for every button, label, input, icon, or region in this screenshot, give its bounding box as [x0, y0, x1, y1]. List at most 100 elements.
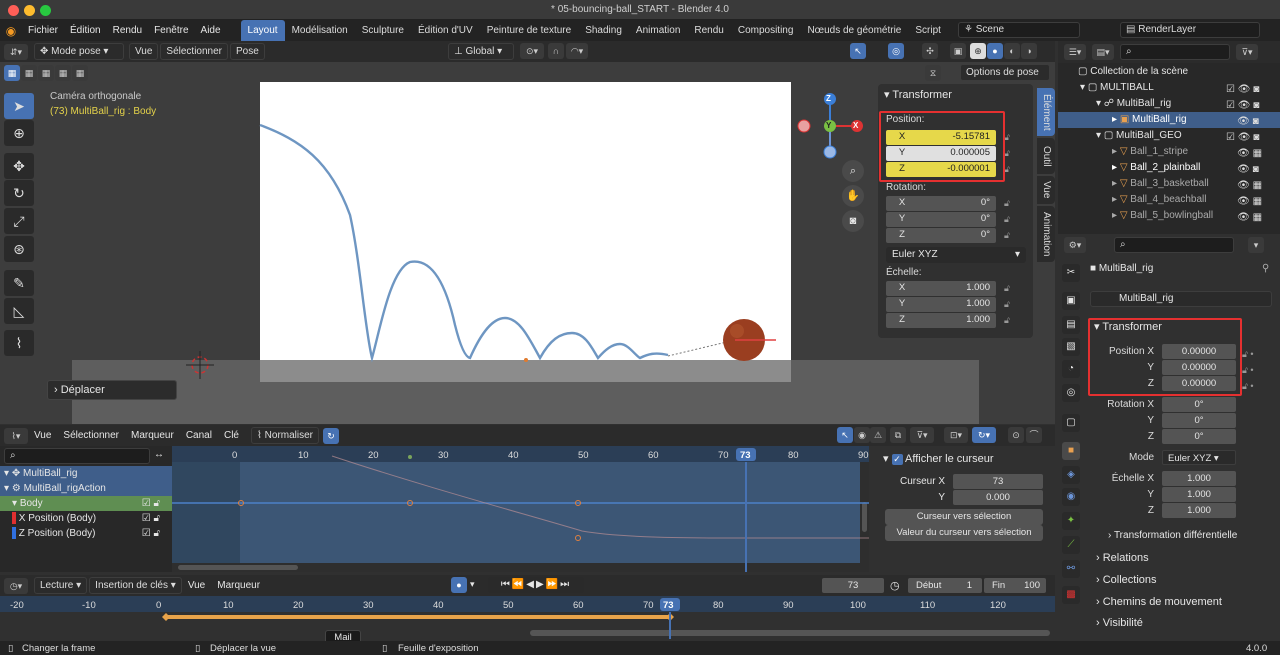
scale-z-field[interactable]: Z 1.000 [886, 313, 996, 328]
render-tab-icon[interactable]: ▣ [1062, 292, 1080, 310]
channel-object[interactable]: ▾ ✥ MultiBall_rig [0, 466, 172, 481]
start-frame-field[interactable]: Début 1 [908, 578, 982, 593]
delta-transform-section[interactable]: › Transformation différentielle [1108, 530, 1237, 541]
object-tab-icon[interactable]: ■ [1062, 442, 1080, 460]
prop-rotation-z-field[interactable]: 0° [1162, 429, 1236, 444]
lock-icon[interactable]: 🔓︎ [1004, 299, 1010, 310]
current-frame-field[interactable]: 73 [822, 578, 884, 593]
zoom-view-icon[interactable]: ⌕ [842, 160, 864, 182]
keying-menu[interactable]: Insertion de clés ▾ [89, 577, 182, 594]
bone-tab-icon[interactable]: ⟋ [1062, 536, 1080, 554]
camera-view-icon[interactable]: ◙ [842, 210, 864, 232]
rotation-mode-dropdown[interactable]: Euler XYZ ▾ [886, 247, 1026, 263]
rotation-y-field[interactable]: Y 0° [886, 212, 996, 227]
prop-rotation-x-field[interactable]: 0° [1162, 397, 1236, 412]
visibility-icon[interactable]: ☑ 👁︎ ◙ [1226, 82, 1276, 98]
sidebar-tab-tool[interactable]: Outil [1037, 138, 1055, 174]
output-tab-icon[interactable]: ▤ [1062, 316, 1080, 334]
record-icon[interactable]: ● [451, 577, 467, 593]
falloff-icon[interactable]: ⌒ [1026, 427, 1042, 443]
graph-menu-marker[interactable]: Marqueur [125, 425, 180, 446]
visibility-section[interactable]: › Visibilité [1096, 617, 1143, 629]
cursor-y-field[interactable]: 0.000 [953, 490, 1043, 505]
graph-menu-view[interactable]: Vue [28, 425, 57, 446]
channel-x-position[interactable]: X Position (Body) ☑ 🔓︎ [0, 511, 172, 526]
sidebar-tab-item[interactable]: Élément [1037, 88, 1055, 136]
scale-x-field[interactable]: X 1.000 [886, 281, 996, 296]
visibility-icon[interactable]: ☑ 👁︎ ◙ [1226, 98, 1276, 114]
lock-icon[interactable]: 🔓︎ [1004, 214, 1010, 225]
playback-controls[interactable]: ⏮⏪◀▶⏩⏭ [488, 577, 584, 593]
tool-tab-icon[interactable]: ✂ [1062, 264, 1080, 282]
3d-cursor-icon[interactable] [186, 351, 214, 379]
prop-rotation-mode-dropdown[interactable]: Euler XYZ ▾ [1162, 450, 1236, 465]
channel-action[interactable]: ▾ ⚙ MultiBall_rigAction [0, 481, 172, 496]
gizmo-neg-x-icon[interactable] [797, 119, 811, 133]
operator-panel[interactable]: › Déplacer [47, 380, 177, 400]
display-mode-icon[interactable]: ▤▾ [1092, 44, 1114, 60]
properties-search-input[interactable]: ⌕ [1114, 237, 1234, 253]
create-ghost-icon[interactable]: ⧉ [890, 427, 906, 443]
playback-menu[interactable]: Lecture ▾ [34, 577, 88, 594]
timeline-menu-marker[interactable]: Marqueur [211, 575, 266, 596]
constraint-tab-icon[interactable]: ⚯ [1062, 560, 1080, 578]
view-layer-selector[interactable]: ▤ RenderLayer [1120, 22, 1260, 38]
visibility-icon[interactable]: 👁︎ ▦ [1226, 194, 1276, 210]
collections-section[interactable]: › Collections [1096, 574, 1157, 586]
show-cursor-checkbox[interactable]: ▾ ✓ Afficher le curseur [883, 452, 993, 465]
visibility-icon[interactable]: 👁︎ ◙ [1226, 162, 1276, 178]
scene-tab-icon[interactable]: ◔ [1062, 360, 1080, 378]
world-tab-icon[interactable]: ◎ [1062, 384, 1080, 402]
lock-icon[interactable]: 🔓︎ • [1242, 346, 1253, 362]
warning-icon[interactable]: ⚠ [870, 427, 886, 443]
auto-normalize-icon[interactable]: ↻ [323, 427, 339, 444]
graph-menu-select[interactable]: Sélectionner [57, 425, 125, 446]
lock-icon[interactable]: 🔓︎ [1004, 283, 1010, 294]
visibility-icon[interactable]: 👁︎ ▦ [1226, 178, 1276, 194]
channel-z-position[interactable]: Z Position (Body) ☑ 🔓︎ [0, 526, 172, 541]
pin-icon[interactable]: ⚲ [1262, 263, 1269, 274]
rotation-z-field[interactable]: Z 0° [886, 228, 996, 243]
modifier-tab-icon[interactable]: ◈ [1062, 466, 1080, 484]
filter-icon[interactable]: ⊽▾ [1236, 44, 1258, 60]
outliner-search-input[interactable]: ⌕ [1120, 44, 1230, 60]
timeline-editor-icon[interactable]: ◷▾ [4, 577, 28, 594]
prop-scale-x-field[interactable]: 1.000 [1162, 471, 1236, 486]
channel-search-input[interactable]: ⌕ [4, 448, 150, 464]
only-selected-icon[interactable]: ↖ [837, 427, 853, 443]
cursor-value-to-selection-button[interactable]: Valeur du curseur vers sélection [885, 525, 1043, 541]
keying-chevron-icon[interactable]: ▾ [470, 579, 475, 590]
visibility-icon[interactable]: 👁︎ ◙ [1226, 114, 1276, 130]
lock-icon[interactable]: 🔓︎ [1004, 230, 1010, 241]
rotation-x-field[interactable]: X 0° [886, 196, 996, 211]
pan-view-icon[interactable]: ✋ [842, 185, 864, 207]
outliner-editor-icon[interactable]: ☰▾ [1064, 44, 1086, 60]
lock-icon[interactable]: 🔓︎ • [1242, 378, 1253, 394]
prop-rotation-y-field[interactable]: 0° [1162, 413, 1236, 428]
lock-icon[interactable]: 🔓︎ • [1242, 362, 1253, 378]
lock-icon[interactable]: 🔓︎ [1004, 315, 1010, 326]
snap-icon[interactable]: ↻▾ [972, 427, 996, 443]
keyframe-dot[interactable] [575, 535, 581, 541]
proportional-edit-icon[interactable]: ⊙ [1008, 427, 1024, 443]
outliner-root[interactable]: ▢ Collection de la scène [1058, 64, 1280, 80]
visibility-icon[interactable]: 👁︎ ▦ [1226, 146, 1276, 162]
object-name-field[interactable]: MultiBall_rig [1090, 291, 1272, 307]
prop-scale-z-field[interactable]: 1.000 [1162, 503, 1236, 518]
graph-editor-icon[interactable]: ⌇▾ [4, 427, 28, 444]
physics-tab-icon[interactable]: ◉ [1062, 488, 1080, 506]
cursor-to-selection-button[interactable]: Curseur vers sélection [885, 509, 1043, 525]
visibility-icon[interactable]: ☑ 👁︎ ◙ [1226, 130, 1276, 146]
graph-menu-key[interactable]: Clé [218, 425, 245, 446]
relations-section[interactable]: › Relations [1096, 552, 1149, 564]
motion-paths-section[interactable]: › Chemins de mouvement [1096, 596, 1222, 608]
view-layer-tab-icon[interactable]: ▧ [1062, 338, 1080, 356]
timeline-menu-view[interactable]: Vue [182, 575, 211, 596]
channel-group[interactable]: ▾ Body ☑ 🔓︎ [0, 496, 172, 511]
npanel-title[interactable]: ▾ Transformer [884, 88, 952, 101]
graph-menu-channel[interactable]: Canal [180, 425, 218, 446]
sidebar-tab-view[interactable]: Vue [1037, 176, 1055, 204]
keyframe-diamond[interactable] [162, 613, 170, 621]
sidebar-tab-animation[interactable]: Animation [1037, 206, 1055, 262]
armature-data-tab-icon[interactable]: ✦ [1062, 512, 1080, 530]
